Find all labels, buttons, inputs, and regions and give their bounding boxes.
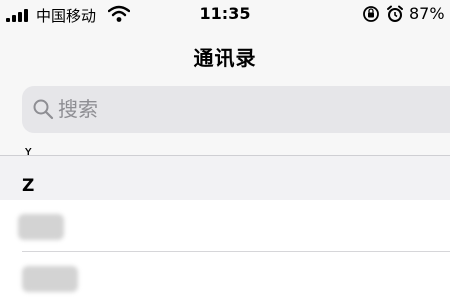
alarm-icon	[387, 5, 403, 22]
contact-name-blurred	[18, 214, 64, 240]
search-input[interactable]	[58, 94, 438, 124]
section-letter: Z	[22, 176, 35, 196]
contact-row[interactable]	[0, 200, 450, 252]
rotation-lock-icon	[363, 6, 379, 22]
search-icon	[33, 99, 54, 120]
contact-row[interactable]	[0, 252, 450, 300]
contact-name-blurred	[22, 266, 78, 292]
battery-percentage: 87%	[409, 4, 445, 23]
status-bar: 中国移动 11:35 87%	[0, 0, 450, 30]
section-header	[0, 156, 450, 200]
status-time: 11:35	[199, 4, 251, 23]
search-bar[interactable]	[22, 86, 450, 133]
page-title: 通讯录	[193, 46, 257, 70]
